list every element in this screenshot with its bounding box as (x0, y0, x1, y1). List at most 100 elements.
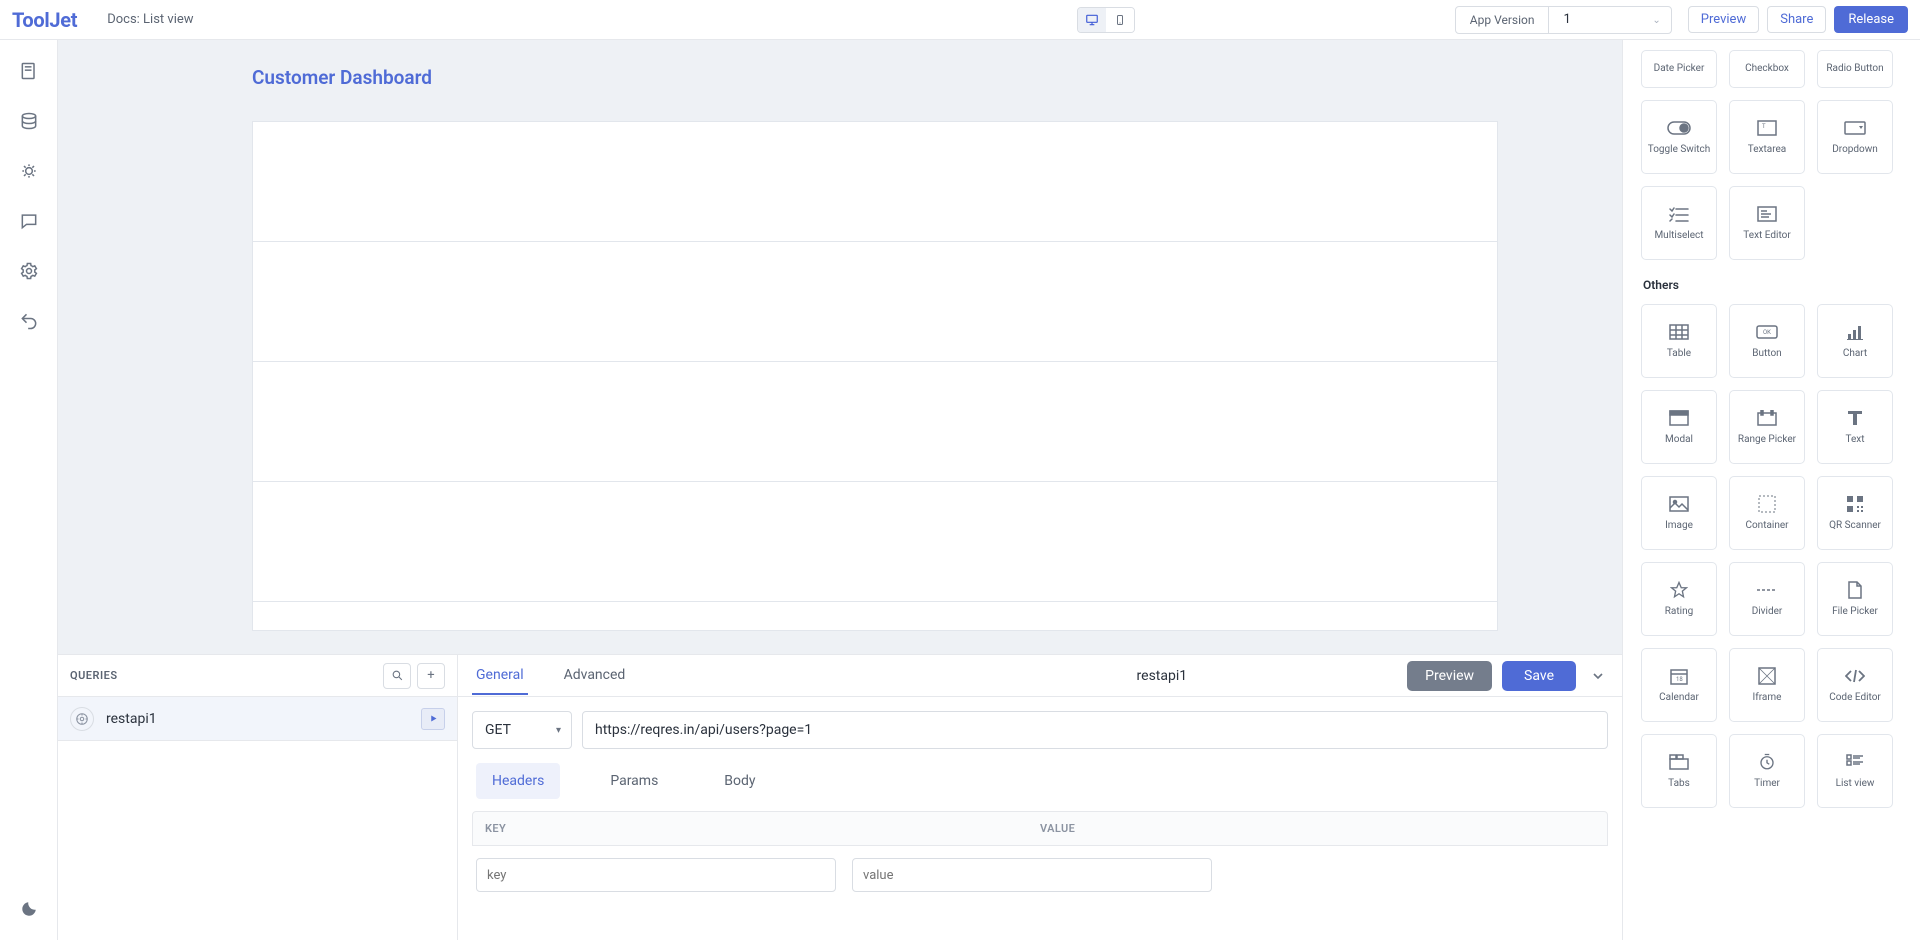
tab-advanced[interactable]: Advanced (560, 657, 630, 695)
component-tabs[interactable]: Tabs (1641, 734, 1717, 808)
query-editor: General Advanced restapi1 Preview Save G… (458, 655, 1622, 940)
collapse-panel-button[interactable] (1590, 668, 1608, 684)
desktop-icon (1085, 13, 1099, 27)
component-checkbox[interactable]: Checkbox (1729, 50, 1805, 88)
component-iframe[interactable]: Iframe (1729, 648, 1805, 722)
tab-params[interactable]: Params (594, 763, 674, 799)
component-multiselect[interactable]: Multiselect (1641, 186, 1717, 260)
debug-icon[interactable] (18, 160, 40, 182)
url-input[interactable] (582, 711, 1608, 749)
listview-row (253, 482, 1497, 602)
search-icon (391, 669, 404, 682)
component-range-picker[interactable]: Range Picker (1729, 390, 1805, 464)
component-modal[interactable]: Modal (1641, 390, 1717, 464)
tab-headers[interactable]: Headers (476, 763, 560, 799)
share-button[interactable]: Share (1767, 6, 1826, 33)
component-image[interactable]: Image (1641, 476, 1717, 550)
chevron-down-icon (1590, 668, 1606, 684)
http-method-select[interactable]: GET (472, 711, 572, 749)
chart-icon (1846, 322, 1864, 342)
component-calendar[interactable]: 18Calendar (1641, 648, 1717, 722)
component-chart[interactable]: Chart (1817, 304, 1893, 378)
device-toggle (1077, 7, 1135, 33)
desktop-toggle[interactable] (1078, 8, 1106, 32)
query-panel: QUERIES + restapi1 General Ad (58, 654, 1622, 940)
top-bar: ToolJet Docs: List view App Version 1⌄ P… (0, 0, 1920, 40)
component-divider[interactable]: Divider (1729, 562, 1805, 636)
component-radio-button[interactable]: Radio Button (1817, 50, 1893, 88)
listview-icon (1846, 752, 1864, 772)
range-icon (1757, 408, 1777, 428)
database-icon[interactable] (18, 110, 40, 132)
listview-row (253, 122, 1497, 242)
tab-body[interactable]: Body (708, 763, 771, 799)
button-icon: OK (1756, 322, 1778, 342)
component-rating[interactable]: Rating (1641, 562, 1717, 636)
timer-icon (1758, 752, 1776, 772)
play-icon (429, 714, 438, 723)
tabs-icon (1669, 752, 1689, 772)
pages-icon[interactable] (18, 60, 40, 82)
undo-icon[interactable] (18, 310, 40, 332)
app-version-selector[interactable]: App Version 1⌄ (1455, 6, 1672, 34)
header-value-input[interactable] (852, 858, 1212, 892)
add-query-button[interactable]: + (417, 663, 445, 689)
container-icon (1758, 494, 1776, 514)
column-key: KEY (485, 822, 1040, 835)
release-button[interactable]: Release (1834, 6, 1908, 33)
column-value: VALUE (1040, 822, 1075, 835)
code-icon (1845, 666, 1865, 686)
qr-icon (1846, 494, 1864, 514)
toggle-icon (1667, 118, 1691, 138)
doc-title: Docs: List view (107, 12, 193, 27)
chevron-down-icon: ⌄ (1652, 15, 1660, 26)
app-version-value: 1 (1563, 12, 1570, 27)
svg-text:OK: OK (1763, 329, 1771, 336)
modal-icon (1669, 408, 1689, 428)
tab-general[interactable]: General (472, 657, 528, 695)
header-key-input[interactable] (476, 858, 836, 892)
file-icon (1847, 580, 1863, 600)
mobile-toggle[interactable] (1106, 8, 1134, 32)
svg-text:T: T (1762, 123, 1766, 130)
query-editor-name: restapi1 (1137, 668, 1188, 684)
comments-icon[interactable] (18, 210, 40, 232)
run-query-button[interactable] (421, 708, 445, 730)
query-item-restapi1[interactable]: restapi1 (58, 697, 457, 741)
component-code-editor[interactable]: Code Editor (1817, 648, 1893, 722)
preview-button[interactable]: Preview (1688, 6, 1759, 33)
logo: ToolJet (12, 8, 77, 32)
section-others: Others (1643, 278, 1902, 292)
component-button[interactable]: OKButton (1729, 304, 1805, 378)
text-icon (1846, 408, 1864, 428)
component-container[interactable]: Container (1729, 476, 1805, 550)
query-preview-button[interactable]: Preview (1407, 661, 1492, 691)
theme-toggle-moon-icon[interactable] (18, 898, 40, 920)
component-toggle-switch[interactable]: Toggle Switch (1641, 100, 1717, 174)
settings-icon[interactable] (18, 260, 40, 282)
component-text-editor[interactable]: Text Editor (1729, 186, 1805, 260)
query-name: restapi1 (106, 711, 421, 727)
star-icon (1670, 580, 1688, 600)
component-table[interactable]: Table (1641, 304, 1717, 378)
query-save-button[interactable]: Save (1502, 661, 1576, 691)
left-rail (0, 40, 58, 940)
component-timer[interactable]: Timer (1729, 734, 1805, 808)
divider-icon (1757, 580, 1777, 600)
component-file-picker[interactable]: File Picker (1817, 562, 1893, 636)
component-textarea[interactable]: T Textarea (1729, 100, 1805, 174)
canvas-inner[interactable]: Customer Dashboard (198, 40, 1552, 660)
queries-title: QUERIES (70, 669, 377, 682)
component-date-picker[interactable]: Date Picker (1641, 50, 1717, 88)
component-dropdown[interactable]: Dropdown (1817, 100, 1893, 174)
search-queries-button[interactable] (383, 663, 411, 689)
kv-columns: KEY VALUE (472, 811, 1608, 846)
svg-text:18: 18 (1676, 676, 1683, 683)
component-qr-scanner[interactable]: QR Scanner (1817, 476, 1893, 550)
listview-component[interactable] (252, 121, 1498, 631)
component-list-view[interactable]: List view (1817, 734, 1893, 808)
component-text[interactable]: Text (1817, 390, 1893, 464)
iframe-icon (1758, 666, 1776, 686)
mobile-icon (1114, 13, 1126, 27)
multiselect-icon (1669, 204, 1689, 224)
